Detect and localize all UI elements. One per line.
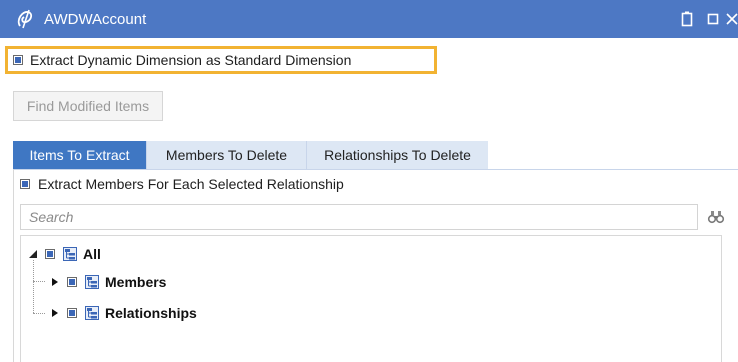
close-icon[interactable] — [726, 6, 738, 32]
tree-checkbox[interactable] — [45, 249, 55, 259]
expand-triangle-icon[interactable] — [49, 276, 61, 288]
tab-items-to-extract[interactable]: Items To Extract — [13, 141, 146, 169]
mobile-icon[interactable] — [674, 6, 700, 32]
tree-node-relationships[interactable]: Relationships — [49, 302, 197, 324]
window-controls — [674, 0, 738, 38]
tab-strip: Items To Extract Members To Delete Relat… — [13, 141, 488, 169]
hierarchy-icon — [63, 247, 77, 261]
tree-node-label: Relationships — [105, 305, 197, 321]
checkbox-indeterminate-fill — [47, 251, 53, 257]
title-bar: AWDWAccount — [0, 0, 738, 38]
extract-dynamic-dimension-option[interactable]: Extract Dynamic Dimension as Standard Di… — [5, 46, 437, 74]
tree-node-members[interactable]: Members — [49, 271, 166, 293]
tree-checkbox[interactable] — [67, 308, 77, 318]
checkbox-indeterminate-fill — [69, 310, 75, 316]
tree-guide-line — [33, 260, 34, 313]
tree-node-all[interactable]: All — [27, 243, 101, 265]
tree-node-label: Members — [105, 274, 167, 290]
binoculars-icon[interactable] — [707, 208, 725, 226]
search-input[interactable] — [20, 204, 698, 230]
opensource-logo-icon — [14, 8, 36, 30]
extract-members-label: Extract Members For Each Selected Relati… — [38, 176, 344, 192]
collapse-triangle-icon[interactable] — [27, 248, 39, 260]
hierarchy-icon — [85, 275, 99, 289]
find-modified-items-button[interactable]: Find Modified Items — [13, 91, 163, 121]
extract-members-option[interactable]: Extract Members For Each Selected Relati… — [20, 176, 344, 192]
extract-dynamic-checkbox[interactable] — [13, 55, 23, 65]
tree-checkbox[interactable] — [67, 277, 77, 287]
checkbox-indeterminate-fill — [15, 57, 21, 63]
extract-members-checkbox[interactable] — [20, 179, 30, 189]
restore-icon[interactable] — [700, 6, 726, 32]
checkbox-indeterminate-fill — [69, 279, 75, 285]
member-tree: All Members Relationships — [20, 235, 722, 362]
expand-triangle-icon[interactable] — [49, 307, 61, 319]
window-title: AWDWAccount — [44, 10, 147, 28]
tree-guide-line — [33, 281, 45, 282]
tree-node-label: All — [83, 246, 101, 262]
tree-guide-line — [33, 313, 45, 314]
tab-members-to-delete[interactable]: Members To Delete — [146, 141, 306, 169]
extract-dynamic-label: Extract Dynamic Dimension as Standard Di… — [30, 52, 352, 68]
checkbox-indeterminate-fill — [22, 181, 28, 187]
tab-relationships-to-delete[interactable]: Relationships To Delete — [306, 141, 488, 169]
hierarchy-icon — [85, 306, 99, 320]
